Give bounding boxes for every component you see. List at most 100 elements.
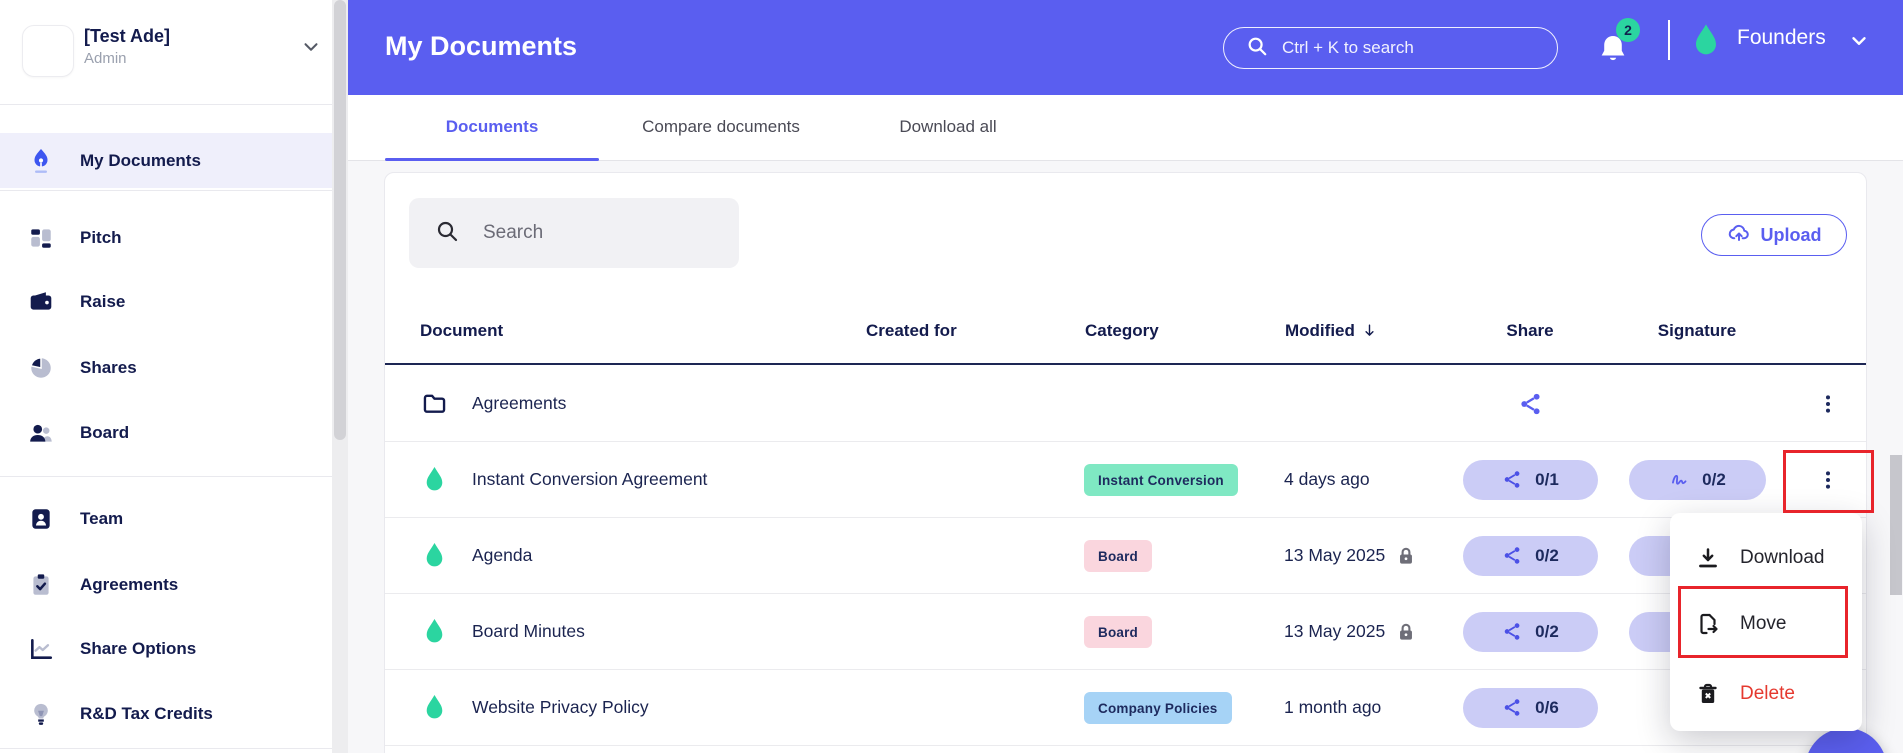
workspace-switcher[interactable]: [Test Ade] Admin bbox=[0, 0, 332, 104]
menu-item-label: Delete bbox=[1740, 683, 1795, 704]
document-name-link[interactable]: Agenda bbox=[472, 545, 532, 566]
share-count: 0/2 bbox=[1535, 545, 1559, 565]
menu-item-download[interactable]: Download bbox=[1670, 533, 1862, 583]
lock-icon bbox=[1395, 545, 1417, 567]
menu-item-delete[interactable]: Delete bbox=[1670, 669, 1862, 719]
share-icon bbox=[1502, 697, 1523, 718]
sidebar-item-agreements[interactable]: Agreements bbox=[0, 557, 332, 613]
table-row[interactable]: Instant Conversion Agreement Instant Conv… bbox=[385, 442, 1866, 518]
divider bbox=[0, 748, 332, 749]
drop-icon bbox=[421, 694, 448, 721]
tab-download-all[interactable]: Download all bbox=[896, 95, 1000, 161]
dashboard-icon bbox=[28, 225, 54, 251]
signature-icon bbox=[1669, 469, 1690, 490]
sidebar-item-label: Shares bbox=[80, 358, 137, 377]
sidebar-scrollbar[interactable] bbox=[332, 0, 348, 753]
kebab-icon bbox=[1817, 393, 1839, 415]
table-row[interactable]: Board Minutes Board 13 May 2025 0/2 bbox=[385, 594, 1866, 670]
chevron-down-icon[interactable] bbox=[300, 36, 322, 58]
share-pill[interactable]: 0/2 bbox=[1463, 611, 1598, 652]
share-pill[interactable]: 0/2 bbox=[1463, 535, 1598, 576]
share-cell: 0/1 bbox=[1463, 442, 1598, 517]
top-header: My Documents Ctrl + K to search 2 Founde… bbox=[348, 0, 1903, 95]
share-cell: 0/6 bbox=[1463, 670, 1598, 745]
modified-date: 13 May 2025 bbox=[1284, 621, 1386, 641]
category-badge: Board bbox=[1084, 540, 1153, 572]
sidebar-item-shares[interactable]: Shares bbox=[0, 340, 332, 396]
table-row[interactable]: Agenda Board 13 May 2025 0/2 bbox=[385, 518, 1866, 594]
document-cell: Agreements bbox=[421, 366, 566, 441]
upload-label: Upload bbox=[1760, 224, 1822, 245]
page-title: My Documents bbox=[385, 31, 578, 61]
sidebar-item-label: My Documents bbox=[80, 150, 201, 170]
workspace-role: Admin bbox=[84, 50, 127, 67]
sidebar-item-label: Raise bbox=[80, 292, 126, 311]
search-icon bbox=[1246, 35, 1268, 62]
share-pill[interactable]: 0/1 bbox=[1463, 459, 1598, 500]
divider bbox=[0, 104, 332, 105]
share-icon[interactable] bbox=[1518, 391, 1544, 417]
modified-cell: 13 May 2025 bbox=[1284, 594, 1417, 669]
modified-date: 4 days ago bbox=[1284, 469, 1370, 489]
chevron-down-icon[interactable] bbox=[1848, 30, 1870, 52]
divider bbox=[1668, 20, 1670, 60]
share-pill[interactable]: 0/6 bbox=[1463, 687, 1598, 728]
pie-chart-icon bbox=[28, 355, 54, 381]
sidebar-item-board[interactable]: Board bbox=[0, 405, 332, 461]
tab-compare-documents[interactable]: Compare documents bbox=[633, 95, 809, 161]
table-row[interactable]: Website Privacy Policy Company Policies 1 … bbox=[385, 670, 1866, 746]
menu-item-label: Download bbox=[1740, 547, 1825, 568]
kebab-icon bbox=[1817, 469, 1839, 491]
sidebar-item-label: Share Options bbox=[80, 639, 197, 658]
wallet-icon bbox=[28, 289, 54, 315]
share-icon bbox=[1502, 469, 1523, 490]
account-menu[interactable]: Founders bbox=[1737, 26, 1826, 50]
sidebar-item-label: Team bbox=[80, 509, 124, 528]
upload-button[interactable]: Upload bbox=[1701, 214, 1847, 256]
main-scrollbar-thumb[interactable] bbox=[1890, 455, 1902, 595]
modified-cell: 4 days ago bbox=[1284, 442, 1370, 517]
document-cell: Board Minutes bbox=[421, 594, 585, 669]
sidebar-item-share-options[interactable]: Share Options bbox=[0, 621, 332, 677]
table-search-input[interactable]: Search bbox=[409, 198, 739, 268]
table-search-placeholder: Search bbox=[483, 222, 544, 243]
column-header-share: Share bbox=[1506, 321, 1554, 340]
column-header-created-for: Created for bbox=[866, 321, 957, 340]
table-header: Document Created for Category Modified Share… bbox=[385, 301, 1866, 365]
move-file-icon bbox=[1696, 612, 1720, 636]
sidebar-scrollbar-thumb[interactable] bbox=[334, 0, 346, 440]
signature-pill[interactable]: 0/2 bbox=[1629, 459, 1766, 500]
document-name-link[interactable]: Agreements bbox=[472, 393, 566, 414]
tab-documents[interactable]: Documents bbox=[385, 95, 599, 161]
menu-item-move[interactable]: Move bbox=[1670, 599, 1862, 649]
avatar[interactable] bbox=[22, 25, 74, 77]
notifications-button[interactable]: 2 bbox=[1594, 18, 1646, 74]
document-cell: Website Privacy Policy bbox=[421, 670, 649, 745]
menu-item-label: Move bbox=[1740, 613, 1787, 634]
sidebar-item-raise[interactable]: Raise bbox=[0, 274, 332, 330]
sidebar-item-r-d-tax-credits[interactable]: R&D Tax Credits bbox=[0, 686, 332, 742]
table-row-folder[interactable]: Agreements bbox=[385, 366, 1866, 442]
row-menu-button[interactable] bbox=[1800, 366, 1856, 441]
clipboard-check-icon bbox=[28, 572, 54, 598]
sidebar-item-pitch[interactable]: Pitch bbox=[0, 210, 332, 266]
column-header-modified[interactable]: Modified bbox=[1285, 321, 1378, 341]
row-menu-button[interactable] bbox=[1800, 442, 1856, 517]
workspace-name: [Test Ade] bbox=[84, 26, 171, 46]
sidebar-item-label: Agreements bbox=[80, 575, 179, 594]
brand-drop-icon bbox=[1690, 23, 1722, 57]
document-name-link[interactable]: Board Minutes bbox=[472, 621, 585, 642]
sidebar-item-label: R&D Tax Credits bbox=[80, 704, 213, 723]
sidebar: [Test Ade] Admin My Documents Pitch Rais… bbox=[0, 0, 332, 753]
sidebar-item-my-documents[interactable]: My Documents bbox=[0, 133, 332, 188]
global-search-input[interactable]: Ctrl + K to search bbox=[1223, 27, 1558, 69]
people-icon bbox=[28, 420, 54, 446]
column-header-category: Category bbox=[1085, 321, 1159, 340]
sidebar-item-team[interactable]: Team bbox=[0, 491, 332, 547]
lightbulb-icon bbox=[28, 701, 54, 727]
category-badge: Company Policies bbox=[1084, 692, 1232, 724]
category-badge: Board bbox=[1084, 616, 1153, 648]
document-name-link[interactable]: Instant Conversion Agreement bbox=[472, 469, 707, 490]
documents-card: Search Upload Document Created for Categor… bbox=[384, 172, 1867, 753]
document-name-link[interactable]: Website Privacy Policy bbox=[472, 697, 649, 718]
